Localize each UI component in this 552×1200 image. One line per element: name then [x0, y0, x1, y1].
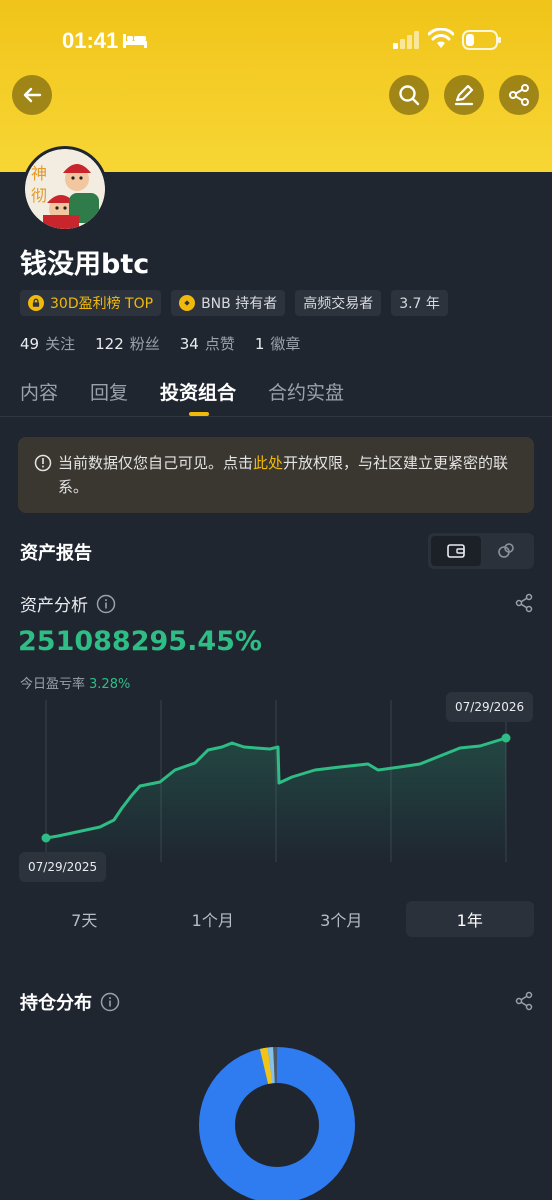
- tab-content[interactable]: 内容: [20, 378, 58, 405]
- stat-badges-count: 1: [254, 335, 265, 353]
- stat-followers-count: 122: [95, 335, 124, 353]
- stat-likes-label: 点赞: [204, 335, 235, 353]
- range-7d[interactable]: 7天: [20, 901, 149, 937]
- profile-tags: 30D盈利榜 TOP BNB 持有者 高频交易者 3.7 年: [20, 290, 448, 316]
- total-pnl-percentage: 251088295.45%: [18, 626, 262, 657]
- search-icon: [399, 85, 420, 106]
- share-icon[interactable]: [514, 991, 534, 1011]
- wallet-icon: [447, 544, 465, 558]
- report-view-toggle: [428, 533, 534, 569]
- edit-profile-button[interactable]: [444, 75, 484, 115]
- asset-analysis-heading: 资产分析: [20, 591, 116, 616]
- wifi-icon: [428, 28, 454, 48]
- tag-high-frequency-trader[interactable]: 高频交易者: [295, 290, 382, 316]
- stat-badges-label: 徽章: [270, 335, 301, 353]
- search-button[interactable]: [389, 75, 429, 115]
- time-range-selector: 7天 1个月 3个月 1年: [20, 901, 534, 937]
- asset-report-title: 资产报告: [20, 543, 92, 564]
- link-view-toggle[interactable]: [481, 536, 531, 566]
- stat-likes[interactable]: 34 点赞: [180, 333, 235, 354]
- tag-bnb-holder[interactable]: BNB 持有者: [171, 290, 286, 316]
- chart-end-point: [501, 733, 511, 743]
- notice-open-permission-link[interactable]: 此处: [253, 454, 283, 472]
- holdings-heading: 持仓分布: [20, 989, 120, 1015]
- donut-segment-main: [199, 1047, 355, 1200]
- asset-analysis-title: 资产分析: [20, 596, 88, 616]
- status-bar: 01:41: [0, 0, 552, 80]
- stat-following-label: 关注: [45, 335, 76, 353]
- chart-start-date: 07/29/2025: [19, 852, 107, 882]
- nickname: 钱没用btc: [20, 249, 150, 280]
- privacy-notice: 当前数据仅您自己可见。点击此处开放权限，与社区建立更紧密的联系。: [18, 437, 534, 513]
- share-profile-button[interactable]: [499, 75, 539, 115]
- tabs-divider: [0, 416, 552, 417]
- tab-replies[interactable]: 回复: [90, 378, 128, 405]
- chain-link-icon: [498, 543, 514, 558]
- stat-followers-label: 粉丝: [129, 335, 160, 353]
- tag-account-age[interactable]: 3.7 年: [391, 290, 448, 316]
- range-1m[interactable]: 1个月: [149, 901, 278, 937]
- notice-text-before: 当前数据仅您自己可见。点击: [58, 454, 254, 472]
- bed-icon: [123, 34, 147, 48]
- info-icon[interactable]: [96, 594, 116, 614]
- cartoon-avatar-art: 神 彻: [25, 149, 105, 229]
- stat-followers[interactable]: 122 粉丝: [95, 333, 160, 354]
- chart-end-date: 07/29/2026: [446, 692, 534, 722]
- donut-segment-yellow: [259, 1047, 273, 1085]
- chart-start-point: [41, 833, 51, 843]
- wallet-view-toggle[interactable]: [431, 536, 481, 566]
- profile-stats: 49 关注 122 粉丝 34 点赞 1 徽章: [20, 333, 300, 354]
- pen-icon: [454, 84, 474, 106]
- holdings-title: 持仓分布: [20, 993, 92, 1014]
- holdings-donut-chart[interactable]: [198, 1046, 356, 1200]
- bnb-icon: [179, 295, 196, 311]
- svg-text:神: 神: [31, 164, 47, 183]
- svg-text:彻: 彻: [31, 186, 47, 205]
- info-icon[interactable]: [100, 992, 120, 1012]
- tag-high-frequency-trader-label: 高频交易者: [303, 296, 374, 312]
- info-icon: [34, 454, 52, 472]
- tab-live-futures[interactable]: 合约实盘: [268, 378, 344, 405]
- tag-bnb-holder-label: BNB 持有者: [201, 296, 278, 312]
- stat-likes-count: 34: [179, 335, 199, 353]
- profile-tabs: 内容 回复 投资组合 合约实盘: [20, 378, 344, 405]
- battery-low-icon: [462, 30, 501, 50]
- stat-following-count: 49: [20, 335, 40, 353]
- share-icon[interactable]: [514, 593, 534, 613]
- range-3m[interactable]: 3个月: [277, 901, 406, 937]
- arrow-left-icon: [23, 87, 42, 103]
- status-time: 01:41: [62, 28, 119, 53]
- tag-account-age-label: 3.7 年: [399, 296, 440, 312]
- stat-badges[interactable]: 1 徽章: [255, 333, 301, 354]
- avatar-image: 神 彻: [25, 149, 105, 229]
- cellular-signal-icon: [393, 31, 419, 49]
- tag-profit-rank-label: 30D盈利榜 TOP: [50, 296, 154, 312]
- tab-portfolio[interactable]: 投资组合: [160, 378, 236, 405]
- stat-following[interactable]: 49 关注: [20, 333, 75, 354]
- back-button[interactable]: [12, 75, 52, 115]
- avatar[interactable]: 神 彻: [22, 146, 108, 232]
- share-icon: [509, 84, 529, 106]
- tag-profit-rank[interactable]: 30D盈利榜 TOP: [20, 290, 162, 316]
- lock-badge-icon: [28, 295, 44, 311]
- range-1y[interactable]: 1年: [405, 901, 534, 937]
